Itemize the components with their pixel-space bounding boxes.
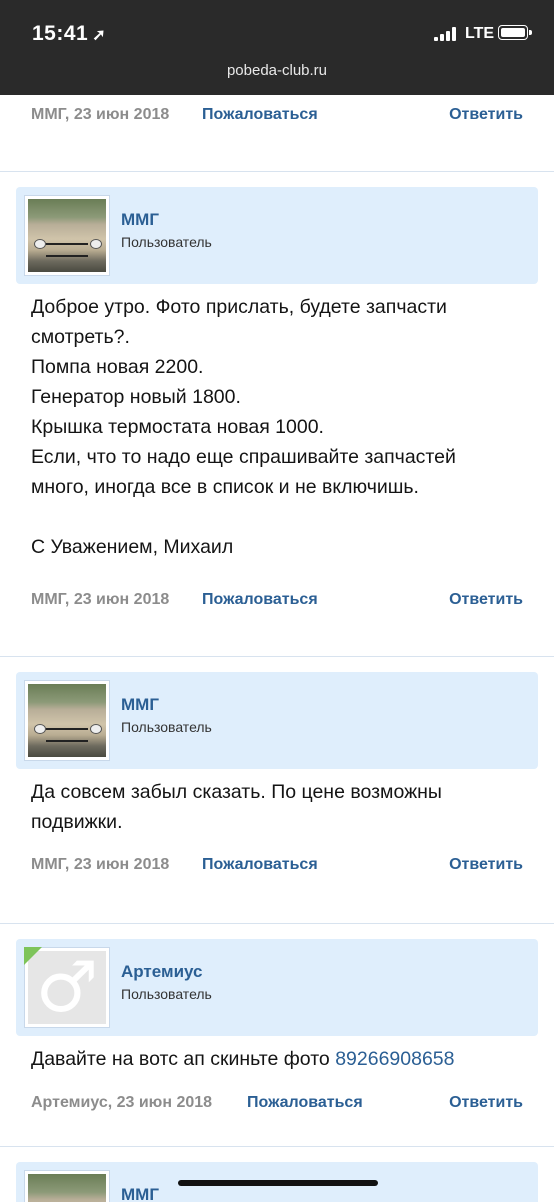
phone-link[interactable]: 89266908658 — [335, 1048, 454, 1070]
post-message: Да совсем забыл сказать. По цене возможн… — [31, 781, 442, 833]
reply-link[interactable]: Ответить — [449, 1094, 523, 1112]
user-info-bar: ♂ Артемиус Пользователь — [16, 939, 538, 1036]
post: ♂ Артемиус Пользователь Давайте на вотс … — [16, 939, 538, 1119]
reply-link[interactable]: Ответить — [449, 591, 523, 609]
post-author-date[interactable]: ММГ, 23 июн 2018 — [31, 856, 169, 874]
reply-link[interactable]: Ответить — [449, 856, 523, 874]
username[interactable]: ММГ — [121, 695, 159, 715]
avatar[interactable] — [24, 195, 110, 276]
report-link[interactable]: Пожаловаться — [247, 1094, 363, 1112]
online-indicator — [24, 947, 42, 965]
user-title: Пользователь — [121, 986, 212, 1002]
user-info-bar: ММГ Пользователь — [16, 187, 538, 284]
username[interactable]: Артемиус — [121, 962, 203, 982]
post: ММГ Пользователь Да совсем забыл сказать… — [16, 672, 538, 902]
car-photo-avatar — [28, 199, 106, 272]
battery-icon — [498, 25, 532, 40]
avatar[interactable] — [24, 680, 110, 761]
avatar[interactable]: ♂ — [24, 947, 110, 1028]
post-author-date[interactable]: Артемиус, 23 июн 2018 — [31, 1094, 212, 1112]
car-photo-avatar — [28, 1174, 106, 1202]
signal-icon — [434, 27, 460, 41]
post-divider — [0, 1146, 554, 1147]
reply-link[interactable]: Ответить — [449, 106, 523, 124]
status-time: 15:41 ➚ — [32, 22, 107, 45]
report-link[interactable]: Пожаловаться — [202, 856, 318, 874]
post-author-date[interactable]: ММГ, 23 июн 2018 — [31, 591, 169, 609]
thread-content: ММГ, 23 июн 2018 Пожаловаться Ответить М… — [0, 95, 554, 1202]
address-bar[interactable]: pobeda-club.ru — [0, 62, 554, 79]
location-arrow-icon: ➚ — [92, 27, 107, 44]
car-photo-avatar — [28, 684, 106, 757]
post-message: Давайте на вотс ап скиньте фото 89266908… — [31, 1044, 531, 1074]
user-title: Пользователь — [121, 719, 212, 735]
avatar[interactable] — [24, 1170, 110, 1202]
post-message: Доброе утро. Фото прислать, будете запча… — [31, 296, 456, 558]
report-link[interactable]: Пожаловаться — [202, 106, 318, 124]
post-author-date[interactable]: ММГ, 23 июн 2018 — [31, 106, 169, 124]
post-meta: ММГ, 23 июн 2018 Пожаловаться Ответить — [31, 591, 523, 613]
post-meta: ММГ, 23 июн 2018 Пожаловаться Ответить — [31, 856, 523, 878]
user-title: Пользователь — [121, 234, 212, 250]
user-info-bar: ММГ Пользователь — [16, 672, 538, 769]
post-meta: Артемиус, 23 июн 2018 Пожаловаться Ответ… — [31, 1094, 523, 1116]
network-type: LTE — [465, 25, 495, 42]
post: ММГ Пользователь Доброе утро. Фото присл… — [16, 187, 538, 627]
home-indicator[interactable] — [178, 1180, 378, 1186]
post-divider — [0, 656, 554, 657]
username[interactable]: ММГ — [121, 210, 159, 230]
post-divider — [0, 171, 554, 172]
post-divider — [0, 923, 554, 924]
username[interactable]: ММГ — [121, 1185, 159, 1202]
status-bar: 15:41 ➚ LTE pobeda-club.ru — [0, 0, 554, 95]
report-link[interactable]: Пожаловаться — [202, 591, 318, 609]
post-meta: ММГ, 23 июн 2018 Пожаловаться Ответить — [31, 106, 523, 128]
message-text: Давайте на вотс ап скиньте фото — [31, 1048, 336, 1070]
